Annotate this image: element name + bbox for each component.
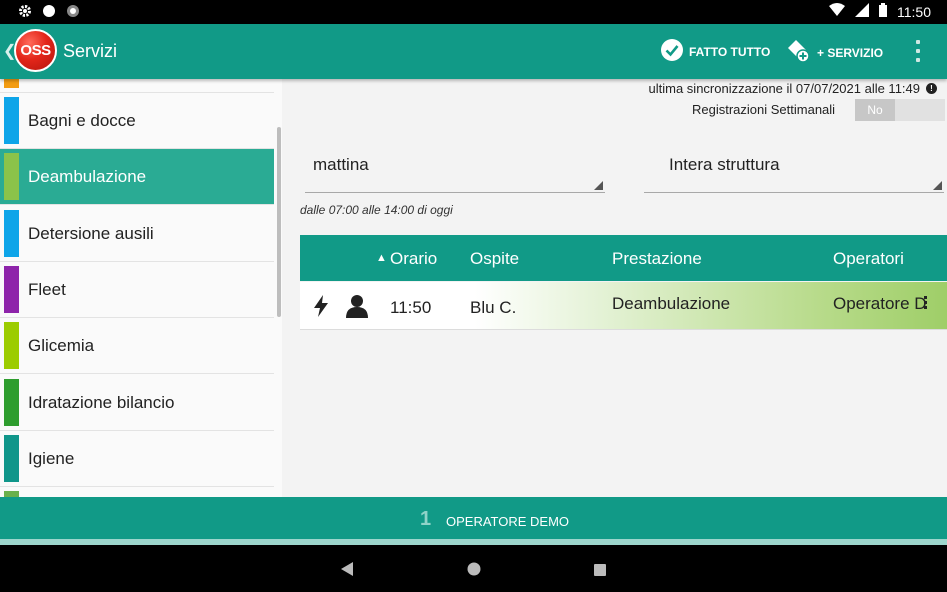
row-menu-icon[interactable] [924, 296, 927, 309]
sort-ascending-icon: ▲ [376, 252, 387, 264]
category-color-bar [4, 266, 19, 313]
sync-status: ultima sincronizzazione il 07/07/2021 al… [649, 81, 937, 96]
column-header-ospite[interactable]: Ospite [470, 249, 519, 269]
add-servizio-label: + SERVIZIO [817, 45, 884, 60]
shift-select[interactable]: mattina [305, 145, 605, 193]
row-ospite: Blu C. [470, 298, 517, 317]
sidebar-item-label: Igiene [28, 449, 75, 468]
category-color-bar [4, 322, 19, 369]
check-circle-icon [660, 38, 684, 65]
sidebar-item-label: Deambulazione [28, 167, 147, 186]
sidebar-item-fleet[interactable]: Fleet [0, 262, 274, 318]
row-orario: 11:50 [390, 298, 432, 317]
column-header-prestazione[interactable]: Prestazione [612, 249, 702, 269]
dropdown-arrow-icon [933, 181, 942, 190]
table-header: ▲ Orario Ospite Prestazione Operatori [300, 235, 947, 281]
sidebar-item-label: Bagni e docce [28, 111, 136, 130]
battery-icon [879, 3, 887, 20]
recents-icon[interactable] [594, 563, 606, 581]
circle-icon [42, 4, 56, 23]
signal-icon [855, 3, 869, 20]
services-sidebar: Bagni e docce Deambulazione Detersione a… [0, 79, 282, 497]
person-icon [346, 294, 368, 323]
sidebar-item-glicemia[interactable]: Glicemia [0, 318, 274, 374]
category-color-bar [4, 97, 19, 144]
system-navigation-bar [0, 545, 947, 592]
lightning-icon [312, 295, 330, 322]
operator-bar[interactable]: 1 OPERATORE DEMO [0, 497, 947, 539]
sidebar-item-deambulazione[interactable]: Deambulazione [0, 149, 274, 205]
weekly-label: Registrazioni Settimanali [692, 102, 836, 117]
sync-text: ultima sincronizzazione il 07/07/2021 al… [648, 81, 920, 96]
sidebar-item-label: Fleet [28, 280, 66, 299]
column-header-orario[interactable]: Orario [390, 249, 437, 269]
operator-name: OPERATORE DEMO [446, 514, 570, 529]
overflow-menu-icon[interactable] [915, 40, 921, 62]
page-title: Servizi [63, 41, 118, 61]
sidebar-scrollbar[interactable] [277, 127, 281, 317]
category-color-bar [4, 79, 19, 88]
sidebar-item-idratazione-bilancio[interactable]: Idratazione bilancio [0, 375, 274, 431]
category-color-bar [4, 210, 19, 257]
sidebar-item[interactable] [0, 487, 274, 497]
sidebar-item-label: Glicemia [28, 336, 95, 355]
table-row[interactable]: 11:50 Blu C. Deambulazione Operatore D [300, 282, 947, 330]
app-logo[interactable]: OSS [14, 29, 57, 72]
add-service-icon [786, 38, 812, 67]
info-icon[interactable]: ! [926, 83, 937, 94]
home-icon[interactable] [467, 562, 481, 581]
row-prestazione: Deambulazione [612, 294, 731, 313]
sidebar-item-label: Idratazione bilancio [28, 393, 175, 412]
column-header-operatori[interactable]: Operatori [833, 249, 904, 269]
clock: 11:50 [897, 3, 931, 20]
app-bar: ❮ OSS Servizi FATTO TUTTO + SERVIZIO [0, 24, 947, 79]
wifi-icon [829, 3, 845, 20]
category-color-bar [4, 153, 19, 200]
shift-select-value: mattina [313, 155, 369, 174]
sidebar-item-detersione-ausili[interactable]: Detersione ausili [0, 206, 274, 262]
category-color-bar [4, 435, 19, 482]
sidebar-item[interactable] [0, 79, 274, 93]
circle-icon [66, 4, 80, 23]
add-servizio-button[interactable]: + SERVIZIO [786, 38, 883, 67]
sidebar-item-label: Detersione ausili [28, 224, 154, 243]
weekly-toggle[interactable]: No [855, 99, 945, 121]
fatto-tutto-label: FATTO TUTTO [689, 44, 771, 59]
sidebar-item-bagni-e-docce[interactable]: Bagni e docce [0, 93, 274, 149]
period-text: dalle 07:00 alle 14:00 di oggi [300, 203, 453, 217]
weekly-toggle-value: No [855, 99, 895, 121]
operator-count: 1 [420, 508, 432, 530]
category-color-bar [4, 379, 19, 426]
sidebar-item-igiene[interactable]: Igiene [0, 431, 274, 487]
back-icon[interactable] [341, 562, 354, 581]
scope-select-value: Intera struttura [669, 155, 780, 174]
dropdown-arrow-icon [594, 181, 603, 190]
status-bar: 11:50 [0, 0, 947, 24]
scope-select[interactable]: Intera struttura [644, 145, 944, 193]
fatto-tutto-button[interactable]: FATTO TUTTO [660, 38, 770, 65]
gear-icon [18, 4, 32, 23]
main-content: Bagni e docce Deambulazione Detersione a… [0, 79, 947, 497]
